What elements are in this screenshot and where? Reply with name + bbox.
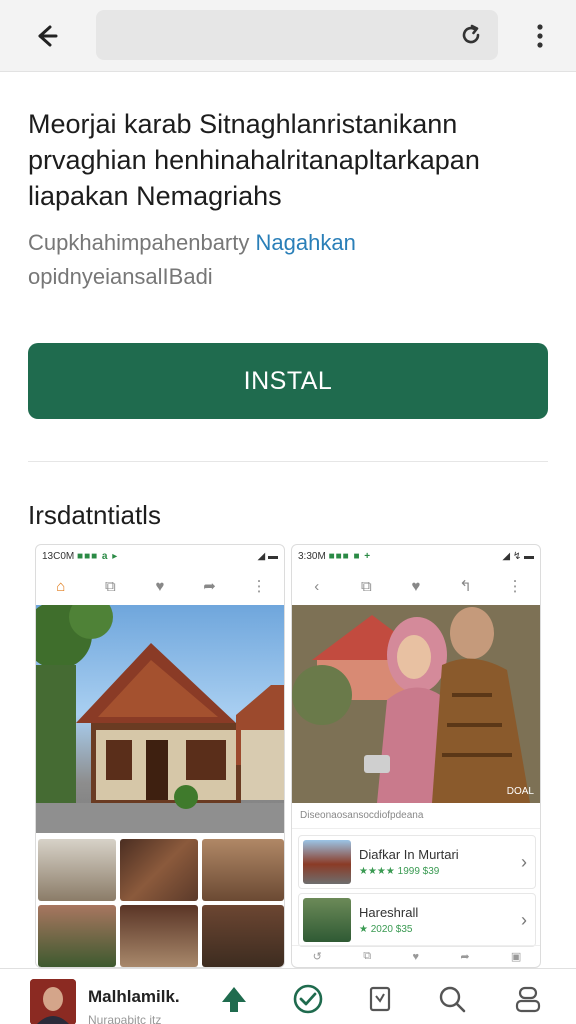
screenshot-card-2[interactable]: 3:30M ■■■ ■ + ◢ ↯ ▬ ‹ ⧉ ♥ ↰ ⋮ DOAL Diseo… <box>291 544 541 968</box>
app-toolbar: ⌂ ⧉ ♥ ➦ ⋮ <box>36 567 284 605</box>
app-subtext: Cupkhahimpahenbarty Nagahkan opidnyeians… <box>28 226 548 294</box>
more-vert-icon[interactable]: ⋮ <box>502 577 528 595</box>
status-icons: ■■■ a ▸ <box>77 550 119 562</box>
thumbnail-grid <box>36 837 284 967</box>
description-line: Meorjai karab Sitnaghlanristanikann <box>28 109 458 139</box>
list-item-rating: ★★★★ 1999 $39 <box>359 866 440 877</box>
browser-toolbar <box>0 0 576 72</box>
avatar[interactable] <box>30 979 76 1024</box>
share-icon[interactable]: ➦ <box>197 577 223 595</box>
copy-icon[interactable]: ⧉ <box>363 950 371 963</box>
mini-nav-bar: ↺ ⧉ ♥ ➦ ▣ <box>292 945 540 967</box>
search-icon[interactable] <box>434 981 470 1017</box>
status-bar: 3:30M ■■■ ■ + ◢ ↯ ▬ <box>292 545 540 567</box>
status-time: 3:30M <box>298 550 326 562</box>
reload-button[interactable] <box>454 18 488 52</box>
list-thumbnail <box>303 898 351 942</box>
list-item-title: Diafkar In Murtari <box>359 847 459 862</box>
profile-icon[interactable] <box>510 981 546 1017</box>
house-photo <box>36 605 284 833</box>
thumbnail[interactable] <box>202 839 284 901</box>
status-bar: 13C0M ■■■ a ▸ ◢ ▬ <box>36 545 284 567</box>
list-item-rating: ★ 2020 $35 <box>359 924 413 935</box>
screenshot-card-1[interactable]: 13C0M ■■■ a ▸ ◢ ▬ ⌂ ⧉ ♥ ➦ ⋮ <box>35 544 285 968</box>
undo-icon[interactable]: ↺ <box>313 950 322 963</box>
reply-icon[interactable]: ↰ <box>453 577 479 595</box>
bookmark-icon[interactable] <box>362 981 398 1017</box>
app-description: Meorjai karab Sitnaghlanristanikann prva… <box>28 106 548 214</box>
home-icon[interactable]: ⌂ <box>48 578 74 595</box>
back-button[interactable] <box>26 16 66 56</box>
signal-battery: ◢ ▬ <box>257 550 278 562</box>
tree-icon[interactable] <box>216 981 252 1017</box>
share-icon[interactable]: ➦ <box>460 950 469 963</box>
screenshots-heading: Irsdatntiatls <box>28 500 161 530</box>
status-time: 13C0M <box>42 550 75 562</box>
thumbnail[interactable] <box>38 905 116 967</box>
reload-icon <box>462 24 480 44</box>
copy-icon[interactable]: ⧉ <box>97 578 123 595</box>
list-item[interactable]: Diafkar In Murtari ★★★★ 1999 $39 › <box>298 835 536 889</box>
back-arrow-icon <box>38 25 58 47</box>
heart-icon[interactable]: ♥ <box>412 951 419 963</box>
photo-tag: DOAL <box>506 786 534 797</box>
more-vert-icon <box>537 24 543 48</box>
check-circle-icon[interactable] <box>290 981 326 1017</box>
chevron-right-icon: › <box>521 851 527 872</box>
more-vert-icon[interactable]: ⋮ <box>246 577 272 595</box>
overflow-menu-button[interactable] <box>522 16 558 56</box>
heart-icon[interactable]: ♥ <box>403 578 429 595</box>
photo-caption: Diseonaosansocdiofpdeana <box>292 803 540 829</box>
people-photo: DOAL <box>292 605 540 803</box>
back-icon[interactable]: ‹ <box>304 578 330 595</box>
profile-name: Malhlamilk. <box>88 987 180 1006</box>
description-line: prvaghian henhinahalritanapltarkapan <box>28 145 480 175</box>
thumbnail[interactable] <box>120 905 198 967</box>
list-item-title: Hareshrall <box>359 905 419 920</box>
signal-battery: ◢ ↯ ▬ <box>502 550 534 562</box>
subtext: Cupkhahimpahenbarty <box>28 230 250 255</box>
thumbnail[interactable] <box>202 905 284 967</box>
install-button[interactable]: INSTAL <box>28 343 548 419</box>
divider <box>28 461 548 462</box>
profile-subtitle: Nurapabitc itz <box>88 1013 162 1024</box>
status-icons: ■■■ ■ + <box>328 550 372 562</box>
description-line: liapakan Nemagriahs <box>28 181 282 211</box>
app-toolbar: ‹ ⧉ ♥ ↰ ⋮ <box>292 567 540 605</box>
thumbnail[interactable] <box>120 839 198 901</box>
address-bar[interactable] <box>96 10 498 60</box>
chevron-right-icon: › <box>521 909 527 930</box>
copy-icon[interactable]: ⧉ <box>353 578 379 595</box>
image-icon[interactable]: ▣ <box>511 950 521 963</box>
list-item[interactable]: Hareshrall ★ 2020 $35 › <box>298 893 536 947</box>
subtext-line2: opidnyeiansalIBadi <box>28 264 213 289</box>
list-thumbnail <box>303 840 351 884</box>
developer-link[interactable]: Nagahkan <box>256 230 356 255</box>
bottom-navigation: Malhlamilk. Nurapabitc itz <box>0 968 576 1024</box>
thumbnail[interactable] <box>38 839 116 901</box>
heart-icon[interactable]: ♥ <box>147 578 173 595</box>
